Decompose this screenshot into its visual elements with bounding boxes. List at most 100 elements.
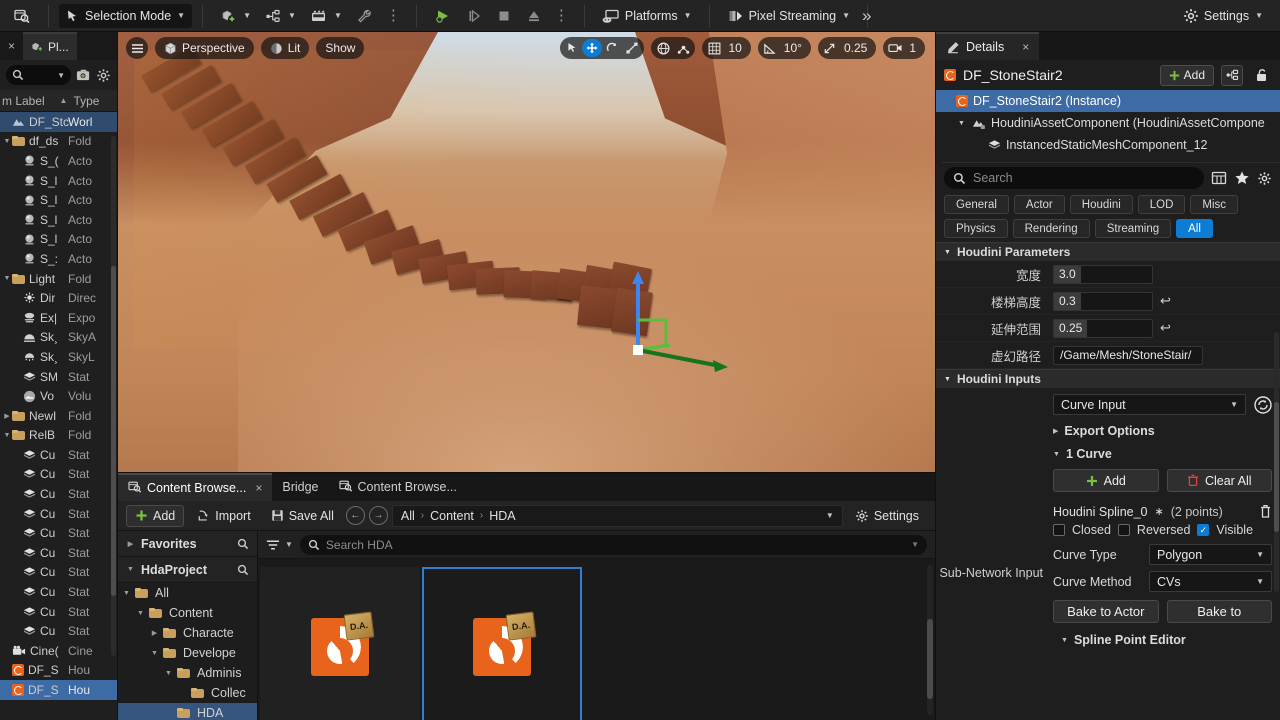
recook-input-icon[interactable] — [1254, 395, 1272, 414]
outliner-row[interactable]: S_l Acto — [0, 210, 117, 230]
outliner-scrollbar[interactable] — [111, 136, 116, 656]
parameter-number-input[interactable]: 0.25 — [1053, 318, 1153, 338]
chevron-down-icon[interactable]: ▼ — [126, 566, 135, 573]
export-options-row[interactable]: ▶ Export Options — [1053, 424, 1272, 438]
project-section[interactable]: ▼ HdaProject — [118, 557, 257, 583]
angle-snap-icon[interactable] — [760, 39, 780, 57]
chevron-down-icon[interactable]: ▼ — [944, 249, 951, 256]
platforms-button[interactable]: Platforms ▼ — [595, 4, 699, 28]
chevron-down-icon[interactable]: ▼ — [1053, 451, 1060, 458]
surface-snap-icon[interactable] — [673, 39, 693, 57]
breadcrumb-item-2[interactable]: HDA — [489, 509, 515, 523]
chevron-down-icon[interactable]: ▼ — [2, 432, 12, 439]
curve-add-button[interactable]: Add — [1053, 469, 1159, 492]
nav-back-button[interactable]: ← — [345, 506, 365, 525]
outliner-close-icon[interactable]: × — [0, 39, 23, 53]
content-browser-settings-button[interactable]: Settings — [847, 505, 927, 527]
scale-snap-value[interactable]: 0.25 — [840, 41, 874, 55]
column-view-icon[interactable] — [1211, 170, 1227, 186]
curve-method-dropdown[interactable]: CVs ▼ — [1149, 571, 1272, 592]
input-type-dropdown[interactable]: Curve Input ▼ — [1053, 394, 1246, 415]
toolbar-overflow-icon[interactable]: ⋮ — [381, 8, 406, 23]
outliner-row[interactable]: Cu Stat — [0, 484, 117, 504]
breadcrumb[interactable]: All › Content › HDA ▼ — [391, 504, 843, 527]
lock-details-button[interactable] — [1250, 65, 1272, 86]
folder-tree-node[interactable]: ▼ Content — [118, 603, 257, 623]
outliner-row[interactable]: Dir Direc — [0, 288, 117, 308]
outliner-row[interactable]: S_(Acto — [0, 151, 117, 171]
filter-chip[interactable]: All — [1176, 219, 1213, 238]
outliner-tab[interactable]: Pl... — [23, 32, 77, 60]
rotate-tool-icon[interactable] — [602, 39, 622, 57]
chevron-right-icon[interactable]: ▶ — [126, 540, 135, 548]
filter-dropdown[interactable]: ▼ — [266, 539, 293, 551]
outliner-row[interactable]: SM Stat — [0, 367, 117, 387]
favorites-search-icon[interactable] — [237, 538, 249, 550]
spline-delete-icon[interactable] — [1259, 504, 1272, 519]
grid-snap-group[interactable]: 10 — [702, 37, 751, 59]
parameter-number-input[interactable]: 3.0 — [1053, 264, 1153, 284]
outliner-row[interactable]: Vo Volu — [0, 386, 117, 406]
chevron-down-icon[interactable]: ▼ — [2, 275, 12, 282]
outliner-row[interactable]: Cu Stat — [0, 523, 117, 543]
tools-button[interactable] — [349, 4, 381, 28]
camera-speed-value[interactable]: 1 — [905, 41, 923, 55]
folder-tree-node[interactable]: ▼ Develope — [118, 643, 257, 663]
reset-to-default-icon[interactable]: ↩ — [1160, 293, 1171, 309]
outliner-row[interactable]: Cu Stat — [0, 563, 117, 583]
camera-speed-group[interactable]: 1 — [883, 37, 925, 59]
houdini-parameters-category[interactable]: ▼ Houdini Parameters — [936, 242, 1280, 261]
project-search-icon[interactable] — [237, 564, 249, 576]
chevron-down-icon[interactable]: ▼ — [826, 511, 834, 520]
step-button[interactable] — [459, 4, 489, 28]
blueprints-button[interactable]: ▼ — [258, 4, 303, 28]
details-settings-icon[interactable] — [1257, 171, 1272, 186]
details-scrollbar[interactable] — [1274, 332, 1279, 592]
import-button[interactable]: Import — [188, 505, 258, 527]
outliner-row[interactable]: ▼ Light Fold — [0, 269, 117, 289]
outliner-row[interactable]: DF_S Hou — [0, 680, 117, 700]
grid-snap-icon[interactable] — [704, 39, 724, 57]
add-content-button[interactable]: Add — [126, 504, 185, 527]
folder-tree-node[interactable]: ▶ Characte — [118, 623, 257, 643]
selection-mode-button[interactable]: Selection Mode ▼ — [59, 3, 193, 28]
chevron-down-icon[interactable]: ▼ — [57, 71, 65, 80]
chevron-down-icon[interactable]: ▼ — [150, 650, 159, 657]
closed-checkbox[interactable] — [1053, 524, 1065, 536]
bake-to-other-button[interactable]: Bake to — [1166, 600, 1272, 623]
stop-button[interactable] — [489, 4, 519, 28]
world-coordinate-icon[interactable] — [653, 39, 673, 57]
breadcrumb-item-0[interactable]: All — [401, 509, 415, 523]
viewport-viewmode-button[interactable]: Lit — [260, 37, 310, 59]
details-close-icon[interactable]: × — [1022, 40, 1029, 54]
outliner-row[interactable]: Cu Stat — [0, 543, 117, 563]
asset-grid-scrollbar[interactable] — [927, 565, 933, 715]
save-outliner-icon[interactable] — [76, 68, 91, 82]
eject-button[interactable] — [519, 4, 549, 28]
chevron-down-icon[interactable]: ▼ — [944, 376, 951, 383]
component-tree-row[interactable]: ▼ HoudiniAssetComponent (HoudiniAssetComp… — [936, 112, 1280, 134]
outliner-search-input[interactable]: ▼ — [6, 65, 71, 85]
outliner-row[interactable]: ▼ RelB Fold — [0, 426, 117, 446]
favorite-star-icon[interactable] — [1234, 170, 1250, 186]
outliner-settings-icon[interactable] — [96, 68, 111, 83]
play-options-icon[interactable]: ⋮ — [549, 8, 574, 23]
folder-tree-node[interactable]: ▼ Adminis — [118, 663, 257, 683]
curve-count-row[interactable]: ▼ 1 Curve — [1053, 447, 1272, 461]
chevron-right-icon[interactable]: ▶ — [1053, 427, 1058, 435]
outliner-row[interactable]: Cu Stat — [0, 445, 117, 465]
content-browser-shortcut-icon[interactable] — [6, 4, 38, 28]
add-actor-button[interactable]: ▼ — [213, 4, 258, 28]
close-icon[interactable]: × — [255, 481, 262, 495]
filter-chip[interactable]: Rendering — [1012, 219, 1090, 238]
scale-tool-icon[interactable] — [622, 39, 642, 57]
outliner-row[interactable]: S_l Acto — [0, 230, 117, 250]
outliner-col-label[interactable]: m Label — [2, 94, 60, 108]
chevron-down-icon[interactable]: ▼ — [122, 590, 131, 597]
filter-chip[interactable]: LOD — [1137, 195, 1186, 214]
outliner-row[interactable]: S_: Acto — [0, 249, 117, 269]
chevron-down-icon[interactable]: ▼ — [164, 670, 173, 677]
parameter-number-input[interactable]: 0.3 — [1053, 291, 1153, 311]
outliner-row[interactable]: Cu Stat — [0, 504, 117, 524]
reset-to-default-icon[interactable]: ↩ — [1160, 320, 1171, 336]
